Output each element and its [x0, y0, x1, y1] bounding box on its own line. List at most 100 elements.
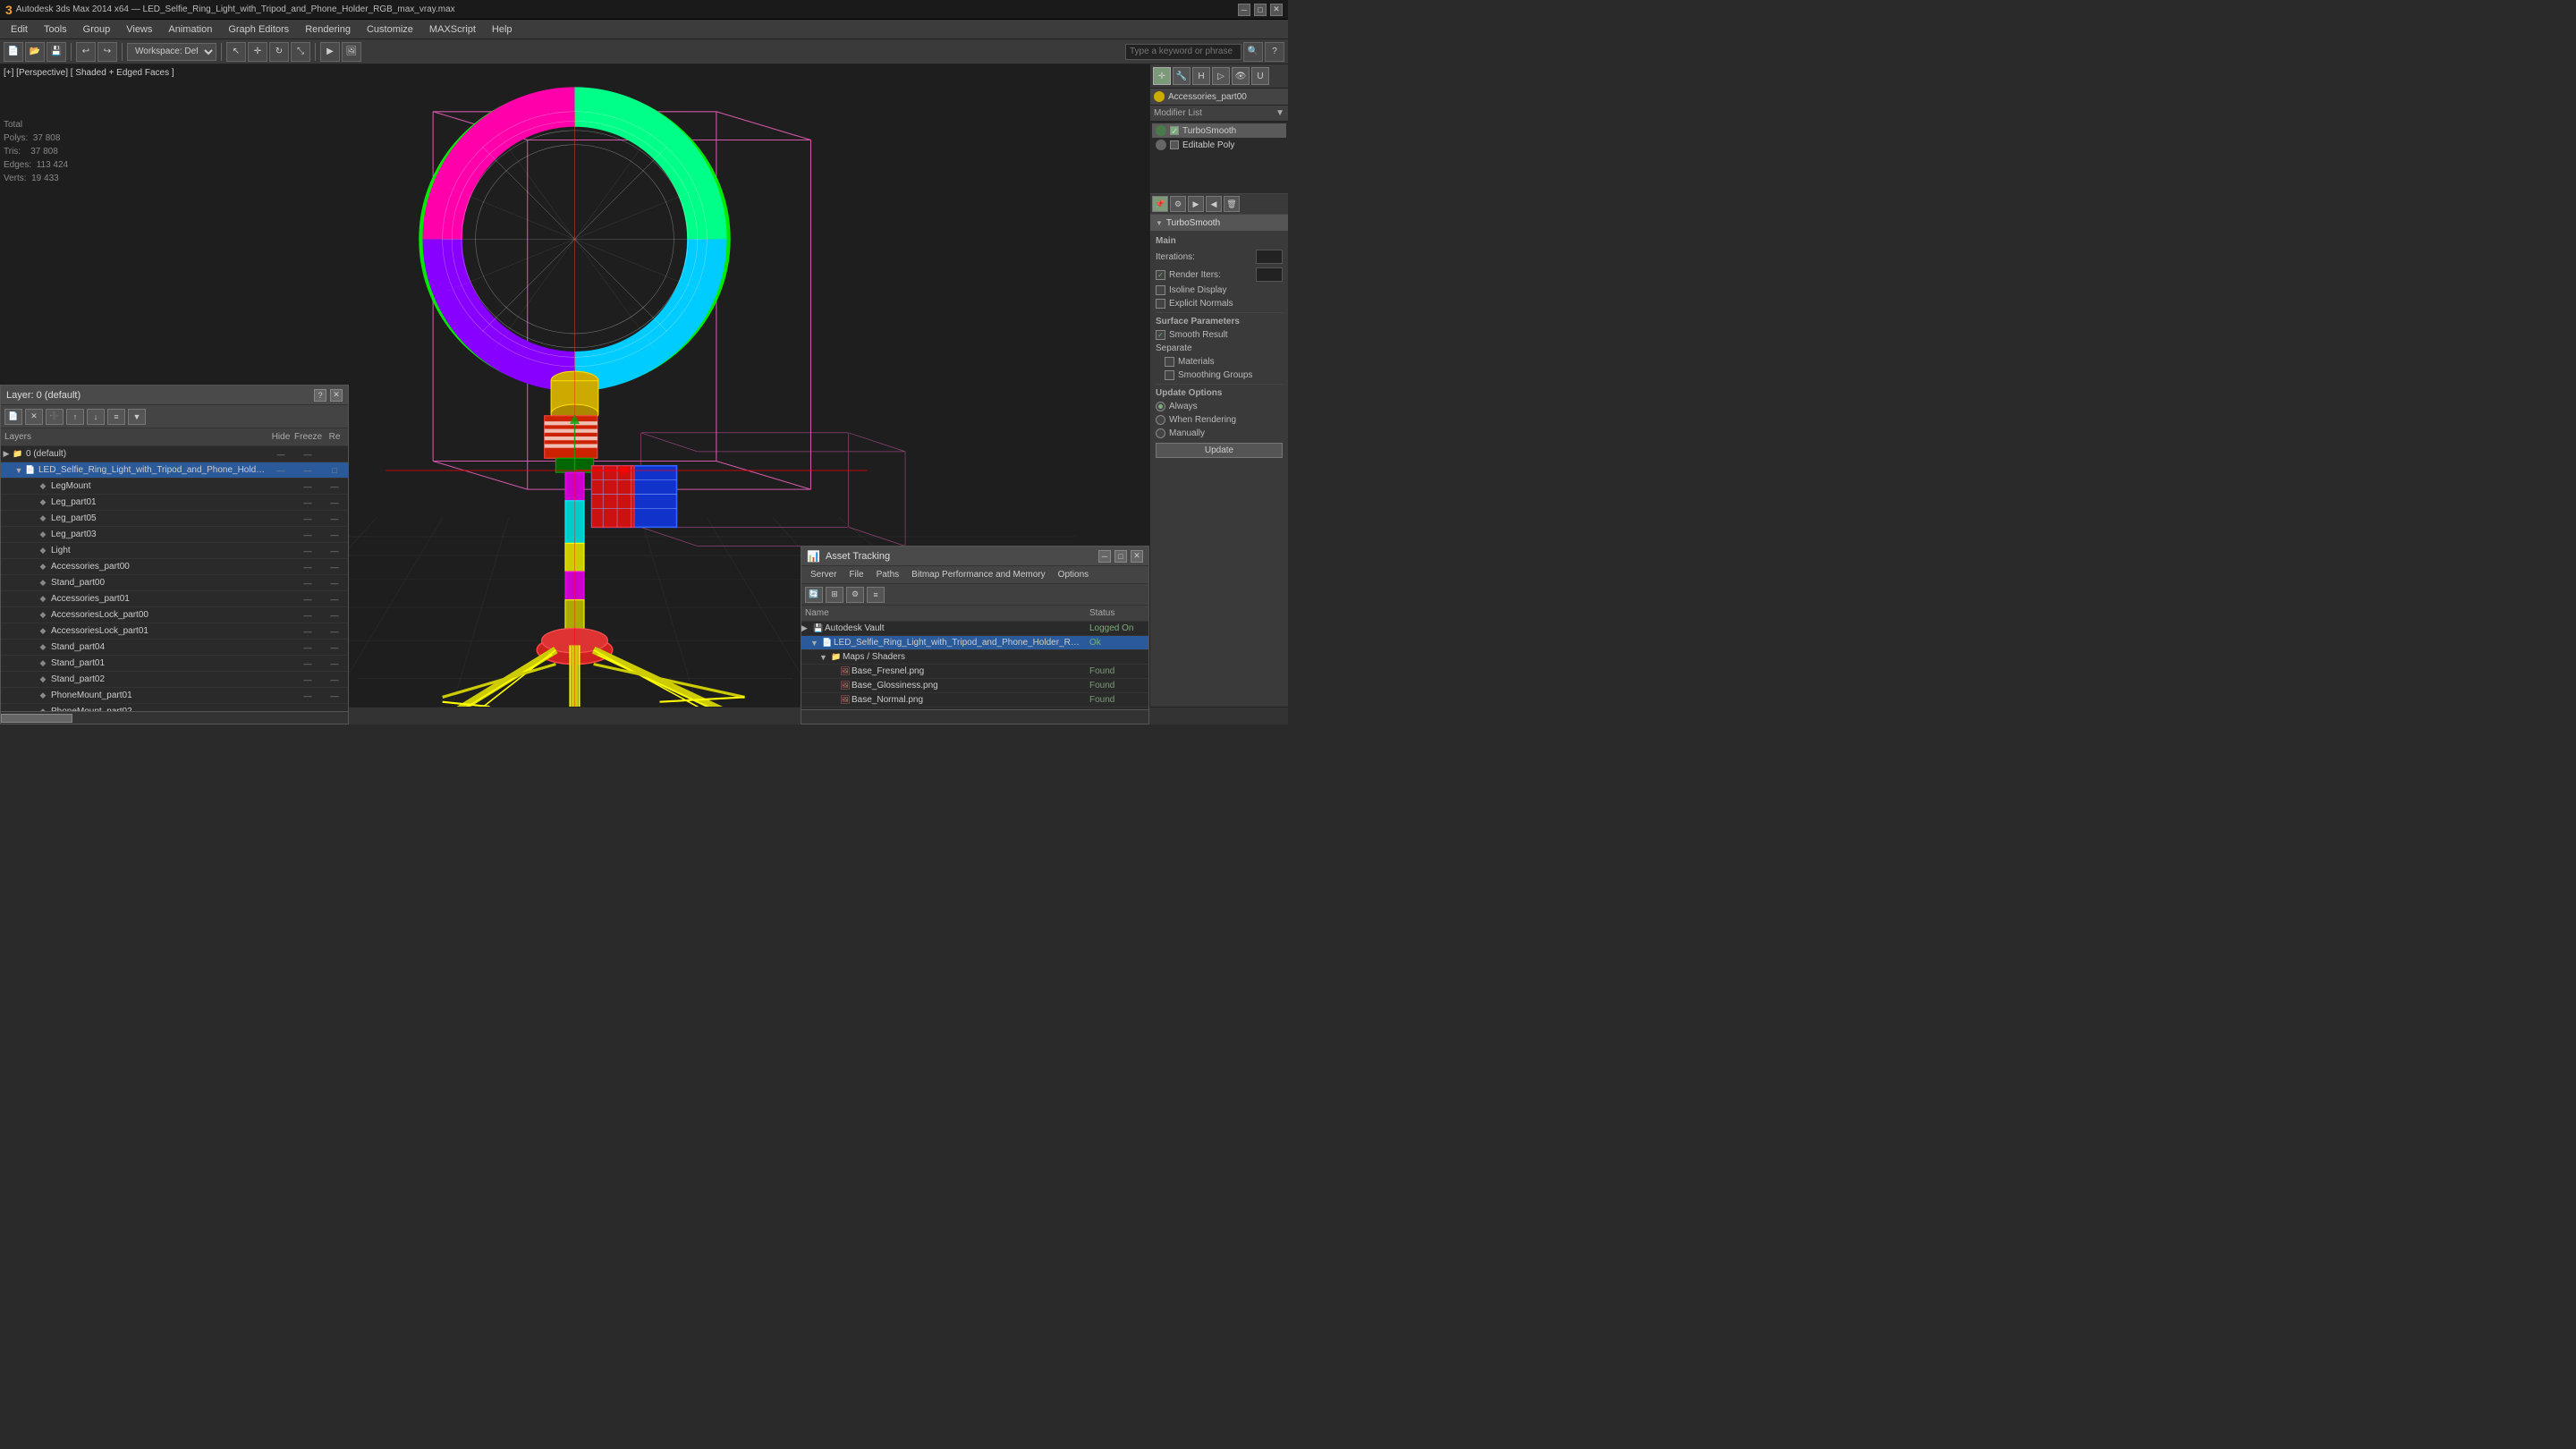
- layer-hide-check[interactable]: —: [294, 595, 321, 604]
- hierarchy-tab[interactable]: H: [1192, 67, 1210, 85]
- asset-minimize-button[interactable]: ─: [1098, 550, 1111, 563]
- layer-freeze-check[interactable]: —: [321, 643, 348, 652]
- asset-row[interactable]: ▼ 📄 LED_Selfie_Ring_Light_with_Tripod_an…: [801, 636, 1148, 650]
- turbosmooth-header[interactable]: ▼ TurboSmooth: [1150, 216, 1288, 231]
- layer-row[interactable]: ◆ Leg_part03 — —: [1, 527, 348, 543]
- menu-edit[interactable]: Edit: [4, 20, 35, 38]
- layer-hide-check[interactable]: —: [294, 627, 321, 636]
- layer-hide-check[interactable]: —: [294, 547, 321, 555]
- layer-row[interactable]: ◆ Accessories_part00 — —: [1, 559, 348, 575]
- isoline-checkbox[interactable]: [1156, 285, 1165, 295]
- render-iters-input[interactable]: 2: [1256, 267, 1283, 282]
- when-rendering-radio[interactable]: [1156, 415, 1165, 425]
- layer-hide-check[interactable]: —: [294, 563, 321, 572]
- layers-add-button[interactable]: ➕: [46, 409, 64, 425]
- create-tab[interactable]: ✛: [1153, 67, 1171, 85]
- asset-row[interactable]: 🖼 Base_Normal.png Found: [801, 693, 1148, 708]
- modifier-editable-poly[interactable]: Editable Poly: [1152, 138, 1286, 152]
- layer-row[interactable]: ◆ LegMount — —: [1, 479, 348, 495]
- layers-expand-button[interactable]: ≡: [107, 409, 125, 425]
- toolbar-scale[interactable]: ⤡: [291, 42, 310, 62]
- asset-row[interactable]: ▶ 💾 Autodesk Vault Logged On: [801, 622, 1148, 636]
- modify-tab[interactable]: 🔧: [1173, 67, 1191, 85]
- minimize-button[interactable]: ─: [1238, 4, 1250, 16]
- layer-freeze-check[interactable]: —: [321, 514, 348, 523]
- scrollbar-thumb[interactable]: [1, 714, 72, 723]
- layer-re-check[interactable]: □: [321, 466, 348, 475]
- asset-row[interactable]: ▼ 📁 Maps / Shaders: [801, 650, 1148, 665]
- toolbar-move[interactable]: ✛: [248, 42, 267, 62]
- menu-customize[interactable]: Customize: [360, 20, 420, 38]
- asset-refresh-button[interactable]: 🔄: [805, 587, 823, 603]
- layers-collapse-button[interactable]: ▼: [128, 409, 146, 425]
- layer-freeze-check[interactable]: —: [321, 691, 348, 700]
- layer-row[interactable]: ◆ Stand_part04 — —: [1, 640, 348, 656]
- modifier-visibility-check[interactable]: ✓: [1170, 126, 1179, 135]
- layer-row[interactable]: ◆ PhoneMount_part01 — —: [1, 688, 348, 704]
- layer-hide-check[interactable]: —: [294, 482, 321, 491]
- motion-tab[interactable]: ▷: [1212, 67, 1230, 85]
- asset-menu-server[interactable]: Server: [805, 568, 842, 581]
- toolbar-new[interactable]: 📄: [4, 42, 23, 62]
- toolbar-select[interactable]: ↖: [226, 42, 246, 62]
- layer-freeze-check[interactable]: —: [321, 611, 348, 620]
- asset-menu-bitmap[interactable]: Bitmap Performance and Memory: [906, 568, 1051, 581]
- always-radio[interactable]: [1156, 402, 1165, 411]
- search-input[interactable]: [1125, 44, 1241, 60]
- layer-row[interactable]: ◆ AccessoriesLock_part01 — —: [1, 623, 348, 640]
- layer-hide-check[interactable]: —: [294, 611, 321, 620]
- layer-hide-check[interactable]: —: [294, 675, 321, 684]
- layer-row[interactable]: ◆ Stand_part02 — —: [1, 672, 348, 688]
- layers-close-button[interactable]: ✕: [330, 389, 343, 402]
- layer-freeze-check[interactable]: —: [321, 659, 348, 668]
- layer-row[interactable]: ◆ Leg_part01 — —: [1, 495, 348, 511]
- smooth-result-checkbox[interactable]: ✓: [1156, 330, 1165, 340]
- materials-checkbox[interactable]: [1165, 357, 1174, 367]
- smoothing-groups-checkbox[interactable]: [1165, 370, 1174, 380]
- menu-group[interactable]: Group: [76, 20, 118, 38]
- layers-move-button[interactable]: ↑: [66, 409, 84, 425]
- layer-row[interactable]: ▼ 📄 LED_Selfie_Ring_Light_with_Tripod_an…: [1, 462, 348, 479]
- maximize-button[interactable]: □: [1254, 4, 1267, 16]
- menu-rendering[interactable]: Rendering: [298, 20, 358, 38]
- menu-views[interactable]: Views: [119, 20, 159, 38]
- modifier-settings-button[interactable]: ⚙: [1170, 196, 1186, 212]
- toolbar-rotate[interactable]: ↻: [269, 42, 289, 62]
- menu-graph-editors[interactable]: Graph Editors: [221, 20, 296, 38]
- layer-hide-check[interactable]: —: [294, 579, 321, 588]
- close-button[interactable]: ✕: [1270, 4, 1283, 16]
- modifier-copy-button[interactable]: ▶: [1188, 196, 1204, 212]
- pin-button[interactable]: 📌: [1152, 196, 1168, 212]
- layer-hide-check[interactable]: —: [294, 691, 321, 700]
- toolbar-redo[interactable]: ↪: [97, 42, 117, 62]
- layers-delete-button[interactable]: ✕: [25, 409, 43, 425]
- menu-animation[interactable]: Animation: [161, 20, 219, 38]
- layer-row[interactable]: ◆ Light — —: [1, 543, 348, 559]
- layer-row[interactable]: ◆ Leg_part05 — —: [1, 511, 348, 527]
- display-tab[interactable]: 👁: [1232, 67, 1250, 85]
- toolbar-render[interactable]: ▶: [320, 42, 340, 62]
- asset-row[interactable]: 🖼 Base_Fresnel.png Found: [801, 665, 1148, 679]
- layer-row[interactable]: ◆ Stand_part01 — —: [1, 656, 348, 672]
- workspace-dropdown[interactable]: Workspace: Default: [127, 43, 216, 61]
- layer-hide-check[interactable]: —: [294, 498, 321, 507]
- render-iters-checkbox[interactable]: ✓: [1156, 270, 1165, 280]
- asset-expand-button[interactable]: ⊞: [826, 587, 843, 603]
- menu-maxscript[interactable]: MAXScript: [422, 20, 483, 38]
- layer-row[interactable]: ◆ Stand_part00 — —: [1, 575, 348, 591]
- layer-hide-check[interactable]: —: [294, 643, 321, 652]
- layer-freeze-check[interactable]: —: [294, 450, 321, 459]
- layer-freeze-check[interactable]: —: [321, 530, 348, 539]
- layers-scrollbar-horizontal[interactable]: [1, 711, 348, 724]
- layer-freeze-check[interactable]: —: [321, 675, 348, 684]
- update-button[interactable]: Update: [1156, 443, 1283, 458]
- asset-settings-button[interactable]: ⚙: [846, 587, 864, 603]
- menu-help[interactable]: Help: [485, 20, 520, 38]
- layer-freeze-check[interactable]: —: [294, 466, 321, 475]
- asset-menu-options[interactable]: Options: [1053, 568, 1094, 581]
- iterations-input[interactable]: 0: [1256, 250, 1283, 264]
- toolbar-undo[interactable]: ↩: [76, 42, 96, 62]
- modifier-paste-button[interactable]: ◀: [1206, 196, 1222, 212]
- help-button[interactable]: ?: [1265, 42, 1284, 62]
- layer-row[interactable]: ▶ 📁 0 (default) — —: [1, 446, 348, 462]
